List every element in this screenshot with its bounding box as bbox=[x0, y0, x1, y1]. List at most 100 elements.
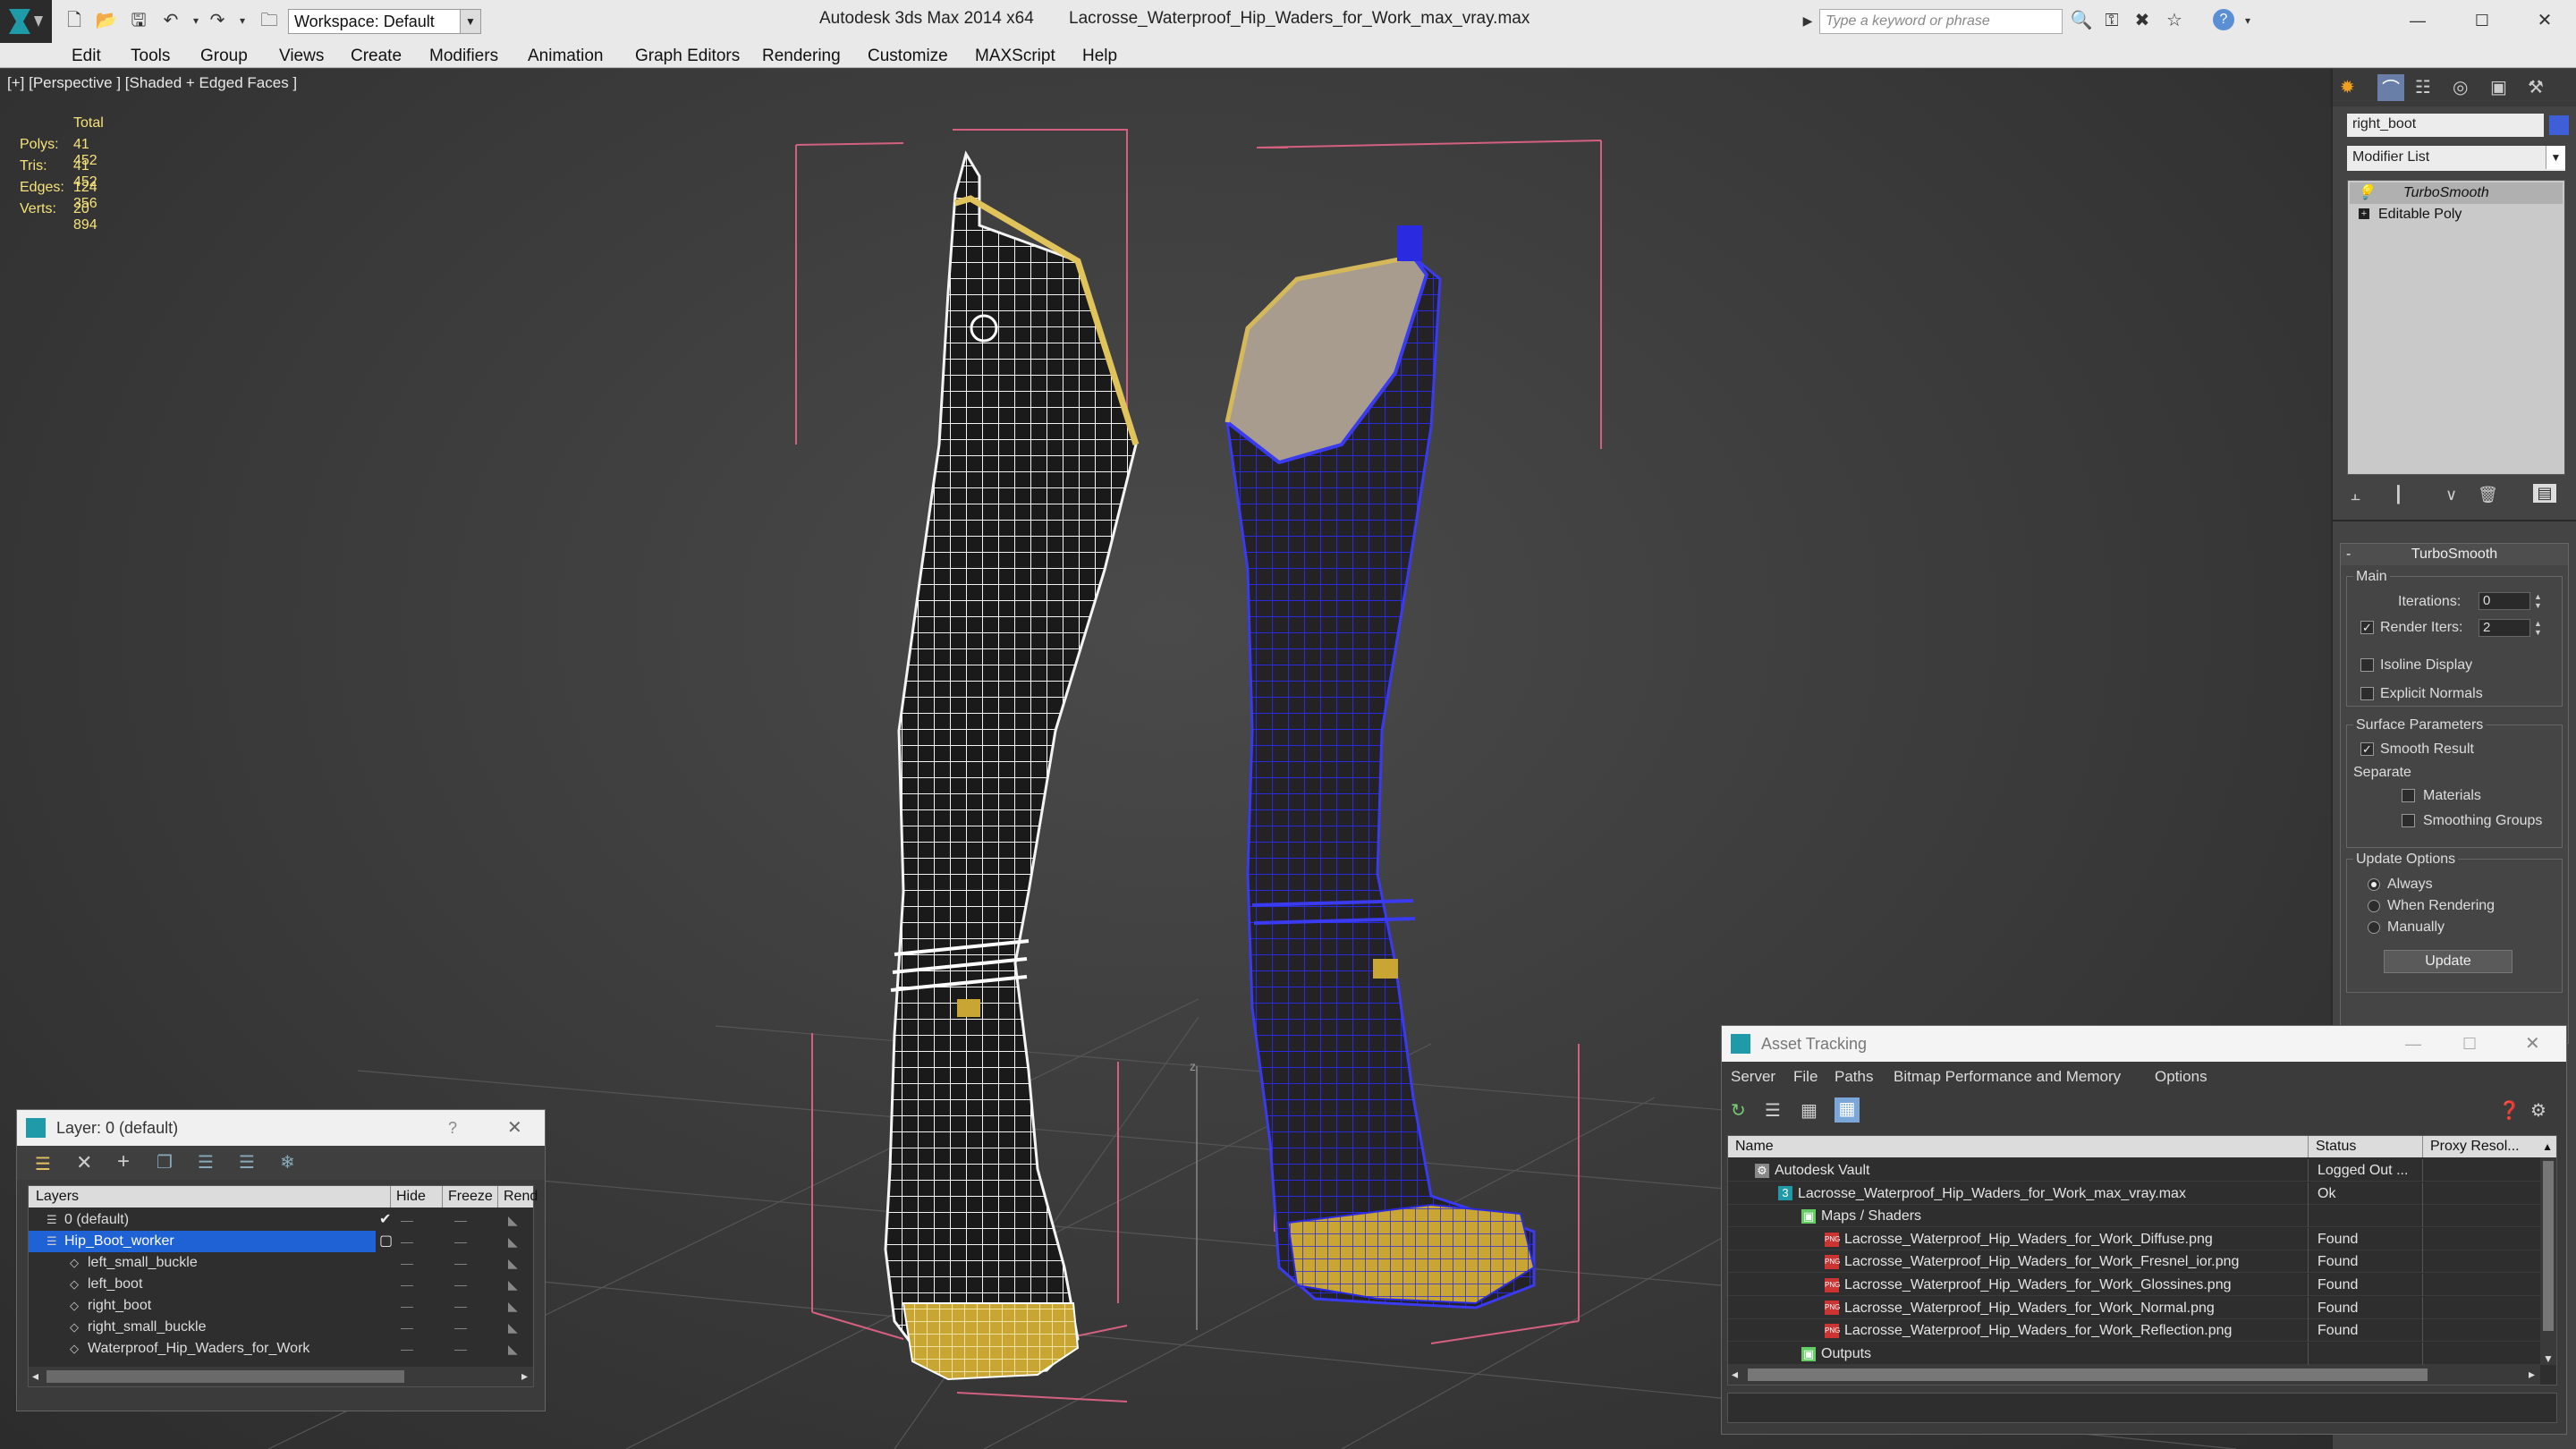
open-file-icon[interactable]: 📂 bbox=[95, 9, 118, 32]
layer-row[interactable]: ◇ Waterproof_Hip_Waders_for_Work — — ◣ bbox=[29, 1338, 533, 1360]
display-tab-icon[interactable]: ▣ bbox=[2490, 76, 2507, 98]
hierarchy-tab-icon[interactable]: ☷ bbox=[2415, 76, 2431, 98]
asset-row[interactable]: PNG Lacrosse_Waterproof_Hip_Waders_for_Wo… bbox=[1728, 1250, 2540, 1274]
layer-row[interactable]: ◇ left_small_buckle — — ◣ bbox=[29, 1252, 533, 1274]
smooth-result-checkbox[interactable]: ✓ bbox=[2360, 742, 2374, 756]
column-proxy-resolution[interactable]: Proxy Resol... bbox=[2422, 1136, 2520, 1157]
scroll-left-icon[interactable]: ◂ bbox=[1732, 1367, 1738, 1382]
freeze-toggle-icon[interactable]: — bbox=[454, 1209, 467, 1231]
star-icon[interactable]: ☆ bbox=[2163, 9, 2186, 32]
manually-radio[interactable] bbox=[2368, 921, 2380, 934]
asset-name-cell[interactable]: PNG Lacrosse_Waterproof_Hip_Waders_for_Wo… bbox=[1728, 1297, 2306, 1319]
hide-toggle-icon[interactable]: — bbox=[401, 1252, 413, 1274]
asset-window-titlebar[interactable]: Asset Tracking — ☐ ✕ bbox=[1722, 1026, 2566, 1062]
asset-menu-bitmap[interactable]: Bitmap Performance and Memory bbox=[1894, 1062, 2121, 1092]
asset-row[interactable]: ⚙ Autodesk Vault Logged Out ... bbox=[1728, 1159, 2540, 1182]
layer-horizontal-scrollbar[interactable]: ◂ ▸ bbox=[29, 1367, 533, 1386]
menu-graph-editors[interactable]: Graph Editors bbox=[635, 47, 740, 66]
asset-name-cell[interactable]: PNG Lacrosse_Waterproof_Hip_Waders_for_Wo… bbox=[1728, 1228, 2306, 1250]
highlight-layer-icon[interactable]: ☰ bbox=[198, 1151, 214, 1174]
select-objects-icon[interactable]: ❐ bbox=[157, 1151, 173, 1174]
new-file-icon[interactable]: 🗋 bbox=[63, 9, 86, 32]
column-freeze[interactable]: Freeze bbox=[442, 1186, 493, 1208]
menu-create[interactable]: Create bbox=[351, 47, 402, 66]
isoline-display-checkbox[interactable] bbox=[2360, 658, 2374, 672]
stack-item-turbosmooth[interactable]: 💡 TurboSmooth bbox=[2350, 182, 2563, 204]
freeze-toggle-icon[interactable]: — bbox=[454, 1252, 467, 1274]
smoothing-groups-checkbox[interactable] bbox=[2402, 814, 2415, 827]
render-iters-checkbox[interactable]: ✓ bbox=[2360, 621, 2374, 634]
scrollbar-thumb[interactable] bbox=[2543, 1161, 2554, 1331]
stack-item-editable-poly[interactable]: + Editable Poly bbox=[2350, 204, 2563, 225]
layer-name-cell[interactable]: ◇ right_boot bbox=[29, 1295, 376, 1317]
asset-row[interactable]: ▣ Maps / Shaders bbox=[1728, 1205, 2540, 1228]
asset-row[interactable]: PNG Lacrosse_Waterproof_Hip_Waders_for_Wo… bbox=[1728, 1274, 2540, 1296]
search-expand-icon[interactable]: ▶ bbox=[1800, 9, 1816, 32]
asset-help-icon[interactable]: ❓ bbox=[2498, 1099, 2521, 1122]
asset-menu-server[interactable]: Server bbox=[1731, 1062, 1775, 1092]
workspace-arrow-button[interactable]: ▼ bbox=[460, 9, 481, 34]
menu-rendering[interactable]: Rendering bbox=[762, 47, 841, 66]
layer-name-cell[interactable]: ◇ left_boot bbox=[29, 1274, 376, 1295]
configure-sets-icon[interactable]: ▤ bbox=[2533, 484, 2556, 503]
maximize-icon[interactable]: ☐ bbox=[2470, 9, 2494, 32]
hide-toggle-icon[interactable]: — bbox=[401, 1295, 413, 1317]
freeze-toggle-icon[interactable]: — bbox=[454, 1274, 467, 1295]
asset-menu-paths[interactable]: Paths bbox=[1835, 1062, 1873, 1092]
redo-icon[interactable]: ↷ bbox=[206, 9, 229, 32]
scroll-right-icon[interactable]: ▸ bbox=[2529, 1367, 2535, 1382]
create-tab-icon[interactable]: ✹ bbox=[2340, 76, 2355, 98]
freeze-toggle-icon[interactable]: — bbox=[454, 1295, 467, 1317]
spinner-arrows-icon[interactable]: ▲ ▼ bbox=[2534, 592, 2542, 610]
workspace-dropdown[interactable]: Workspace: Default ▼ bbox=[288, 9, 481, 34]
hide-toggle-icon[interactable]: — bbox=[401, 1338, 413, 1360]
close-icon[interactable]: ✕ bbox=[2525, 1026, 2540, 1062]
delete-layer-icon[interactable]: ✕ bbox=[76, 1151, 92, 1174]
column-status[interactable]: Status bbox=[2308, 1136, 2356, 1157]
menu-help[interactable]: Help bbox=[1082, 47, 1117, 66]
project-folder-icon[interactable]: 🗀 bbox=[258, 9, 281, 32]
render-toggle-icon[interactable]: ◣ bbox=[508, 1338, 518, 1360]
explicit-normals-checkbox[interactable] bbox=[2360, 687, 2374, 700]
menu-animation[interactable]: Animation bbox=[528, 47, 604, 66]
freeze-all-icon[interactable]: ❄ bbox=[280, 1151, 295, 1174]
help-dropdown-icon[interactable]: ▾ bbox=[2236, 9, 2259, 32]
render-toggle-icon[interactable]: ◣ bbox=[508, 1274, 518, 1295]
asset-row[interactable]: PNG Lacrosse_Waterproof_Hip_Waders_for_Wo… bbox=[1728, 1227, 2540, 1250]
remove-modifier-icon[interactable]: 🗑 bbox=[2478, 486, 2498, 504]
scroll-down-icon[interactable]: ▼ bbox=[2543, 1352, 2554, 1365]
binoculars-icon[interactable]: 🔍 bbox=[2070, 9, 2093, 32]
hide-toggle-icon[interactable]: — bbox=[401, 1209, 413, 1231]
rollout-header[interactable]: - TurboSmooth bbox=[2341, 544, 2568, 565]
motion-tab-icon[interactable]: ◎ bbox=[2453, 76, 2468, 98]
iterations-spinner[interactable]: 0 bbox=[2479, 592, 2530, 610]
column-layers[interactable]: Layers bbox=[36, 1186, 79, 1208]
utilities-tab-icon[interactable]: ⚒ bbox=[2528, 76, 2544, 98]
update-button[interactable]: Update bbox=[2384, 950, 2512, 973]
materials-checkbox[interactable] bbox=[2402, 789, 2415, 802]
exchange-icon[interactable]: ✖ bbox=[2131, 9, 2154, 32]
refresh-icon[interactable]: ↻ bbox=[1731, 1099, 1746, 1122]
make-unique-icon[interactable]: ∨ bbox=[2445, 486, 2457, 504]
layer-window-titlebar[interactable]: Layer: 0 (default) ? ✕ bbox=[17, 1110, 545, 1146]
render-iters-spinner[interactable]: 2 bbox=[2479, 619, 2530, 637]
object-color-swatch[interactable] bbox=[2549, 115, 2569, 135]
menu-customize[interactable]: Customize bbox=[868, 47, 948, 66]
menu-group[interactable]: Group bbox=[200, 47, 248, 66]
layer-name-cell[interactable]: ◇ right_small_buckle bbox=[29, 1317, 376, 1338]
asset-row[interactable]: ▣ Outputs bbox=[1728, 1342, 2540, 1365]
freeze-toggle-icon[interactable]: — bbox=[454, 1317, 467, 1338]
pin-stack-icon[interactable]: ⫠ bbox=[2351, 486, 2360, 504]
search-input[interactable]: Type a keyword or phrase bbox=[1819, 9, 2063, 34]
show-end-result-icon[interactable]: ┃ bbox=[2394, 486, 2403, 504]
menu-edit[interactable]: Edit bbox=[72, 47, 101, 66]
scroll-left-icon[interactable]: ◂ bbox=[32, 1368, 38, 1384]
maximize-icon[interactable]: ☐ bbox=[2462, 1026, 2477, 1062]
layer-name-cell[interactable]: ☰ 0 (default) bbox=[29, 1209, 376, 1231]
asset-name-cell[interactable]: 3 Lacrosse_Waterproof_Hip_Waders_for_Work… bbox=[1728, 1182, 2306, 1205]
set-current-layer-icon[interactable]: ▢ bbox=[379, 1231, 393, 1252]
asset-name-cell[interactable]: ⚙ Autodesk Vault bbox=[1728, 1159, 2306, 1182]
redo-dropdown-icon[interactable]: ▾ bbox=[231, 9, 254, 32]
asset-row[interactable]: 3 Lacrosse_Waterproof_Hip_Waders_for_Work… bbox=[1728, 1182, 2540, 1205]
app-logo-icon[interactable] bbox=[0, 0, 52, 43]
